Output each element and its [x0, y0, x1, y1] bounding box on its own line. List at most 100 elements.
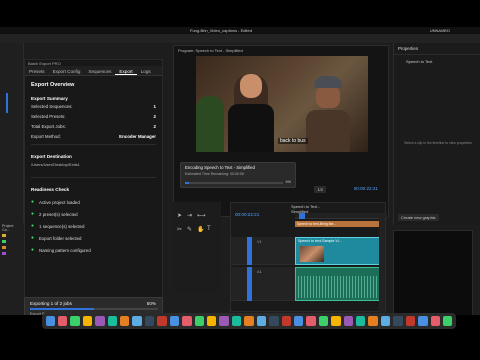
create-graphic-button[interactable]: Create new graphic — [398, 214, 439, 221]
dock-app-chrome[interactable] — [256, 316, 267, 326]
timeline-tab[interactable]: Speech to Text - Simplified — [231, 203, 385, 214]
summary-value: 2 — [153, 113, 156, 119]
dock-app-app-store[interactable] — [231, 316, 242, 326]
summary-value: 2 — [153, 123, 156, 129]
dock-app-notion[interactable] — [281, 316, 291, 326]
dock-app-ps[interactable] — [368, 316, 378, 326]
playhead[interactable] — [299, 213, 305, 219]
ripple-edit-icon[interactable]: ⟷ — [197, 212, 206, 219]
summary-label: Selected Sequences: — [31, 103, 73, 109]
encoding-percent: 4% — [285, 180, 292, 184]
dock-app-terminal[interactable] — [318, 316, 329, 326]
window-title: Fung-Brin_Video_captions - Edited — [190, 28, 252, 33]
caption-track-text: Speech to text-Bring Me... — [297, 222, 337, 226]
hand-icon[interactable]: ✋ — [197, 226, 204, 233]
track-target[interactable] — [247, 237, 252, 265]
dock-app-ae[interactable] — [356, 316, 366, 326]
export-progress-fill — [30, 308, 94, 310]
dock-app-settings[interactable] — [244, 316, 254, 326]
tab-presets[interactable]: Presets — [25, 66, 49, 75]
dock-app-vs-code[interactable] — [331, 316, 341, 326]
dock-app-spotify[interactable] — [306, 316, 316, 326]
dock-app-tv[interactable] — [194, 316, 204, 326]
dock-app-calendar[interactable] — [144, 316, 155, 326]
check-label: Active project loaded — [39, 199, 80, 205]
summary-label: Selected Presets: — [31, 113, 66, 119]
dock-app-finder[interactable] — [45, 316, 55, 326]
audio-clip[interactable] — [295, 267, 381, 301]
dock-app-launchpad[interactable] — [57, 316, 68, 326]
dock-app-au[interactable] — [405, 316, 416, 326]
dock-app-ps[interactable] — [418, 316, 428, 326]
dock-app-facetime[interactable] — [132, 316, 142, 326]
tab-export[interactable]: Export — [115, 66, 137, 75]
program-monitor: Program: Speech to Text - Simplified bac… — [173, 45, 389, 223]
track-target[interactable] — [247, 267, 252, 301]
audio-meter — [393, 230, 473, 326]
timeline-panel: Speech to Text - Simplified 00:00:22:21 … — [230, 202, 387, 312]
dock-app-contacts[interactable] — [157, 316, 167, 326]
check-label: Export folder selected — [39, 235, 82, 241]
exporting-percent: 50% — [146, 301, 156, 306]
dock-app-notes[interactable] — [182, 316, 192, 326]
dock-app-maps[interactable] — [107, 316, 118, 326]
fit-dropdown[interactable]: 1/2 — [314, 186, 326, 193]
exporting-label: Exporting 1 of 2 jobs — [30, 301, 72, 306]
video-clip-name: Speech to text-Sample-Vi... — [298, 239, 342, 243]
divider — [31, 177, 156, 178]
timeline-scrollbar[interactable] — [379, 213, 385, 313]
check-icon: ● — [31, 235, 35, 241]
track-header-a1[interactable]: A1 — [231, 267, 295, 301]
menubar-right-label: UNNAMED — [429, 28, 450, 33]
dock-app-reminders[interactable] — [169, 316, 180, 326]
dock-app-ai[interactable] — [380, 316, 391, 326]
tab-sequences[interactable]: Sequences — [84, 66, 115, 75]
summary-row: Selected Sequences: 1 — [25, 101, 162, 111]
check-label: Naming pattern configured — [39, 247, 91, 253]
track-label-v1: V1 — [257, 239, 262, 244]
check-label: 1 sequence(s) selected — [39, 223, 85, 229]
dock-app-downloads[interactable] — [430, 316, 440, 326]
selected-indicator — [6, 93, 8, 113]
dock-app-music[interactable] — [206, 316, 217, 326]
video-clip[interactable]: Speech to text-Sample-Vi... — [295, 237, 381, 265]
dock-app-mail[interactable] — [95, 316, 105, 326]
encoding-estimate: Estimated Time Remaining: 00:00:05 — [185, 172, 244, 176]
person-left — [228, 74, 274, 152]
track-select-icon[interactable]: ⇥ — [187, 212, 192, 219]
razor-icon[interactable]: ✂ — [177, 226, 182, 233]
pen-icon[interactable]: ✎ — [187, 226, 192, 233]
project-panel: Project: Ca... — [0, 223, 24, 327]
dock-app-trash[interactable] — [443, 316, 453, 326]
track-header-v1[interactable]: V1 — [231, 237, 295, 265]
tab-logs[interactable]: Logs — [137, 66, 155, 75]
plugin-tabs: Presets Export Config Sequences Export L… — [25, 66, 162, 76]
dock-app-discord[interactable] — [293, 316, 304, 326]
time-ruler[interactable] — [295, 213, 387, 219]
divider — [31, 144, 156, 145]
encoding-progress-bar — [185, 182, 283, 184]
check-item: ● Active project loaded — [25, 196, 162, 208]
dock-app-slack[interactable] — [269, 316, 279, 326]
clip-thumbnail — [300, 246, 324, 262]
dock-app-podcasts[interactable] — [219, 316, 229, 326]
check-item: ● Export folder selected — [25, 232, 162, 244]
dock-app-photos[interactable] — [120, 316, 130, 326]
dock-app-pr[interactable] — [343, 316, 354, 326]
properties-item[interactable]: Speech to Text — [394, 55, 480, 68]
project-item[interactable] — [0, 251, 24, 257]
dock-app-messages[interactable] — [82, 316, 93, 326]
check-icon: ● — [31, 223, 35, 229]
caption-track[interactable]: Speech to text-Bring Me... — [295, 221, 385, 227]
dock-app-me[interactable] — [393, 316, 403, 326]
summary-value: Encoder Manager — [119, 133, 156, 139]
summary-value: 1 — [153, 103, 156, 109]
dock-app-safari[interactable] — [70, 316, 80, 326]
properties-panel: Properties Speech to Text Select a clip … — [393, 43, 480, 225]
selection-tool-icon[interactable]: ➤ — [177, 212, 182, 219]
check-item: ● 1 sequence(s) selected — [25, 220, 162, 232]
type-icon[interactable]: T — [207, 226, 211, 232]
mac-dock — [42, 313, 456, 329]
timeline-timecode: 00:00:22:21 — [235, 212, 260, 217]
tab-export-config[interactable]: Export Config — [49, 66, 85, 75]
